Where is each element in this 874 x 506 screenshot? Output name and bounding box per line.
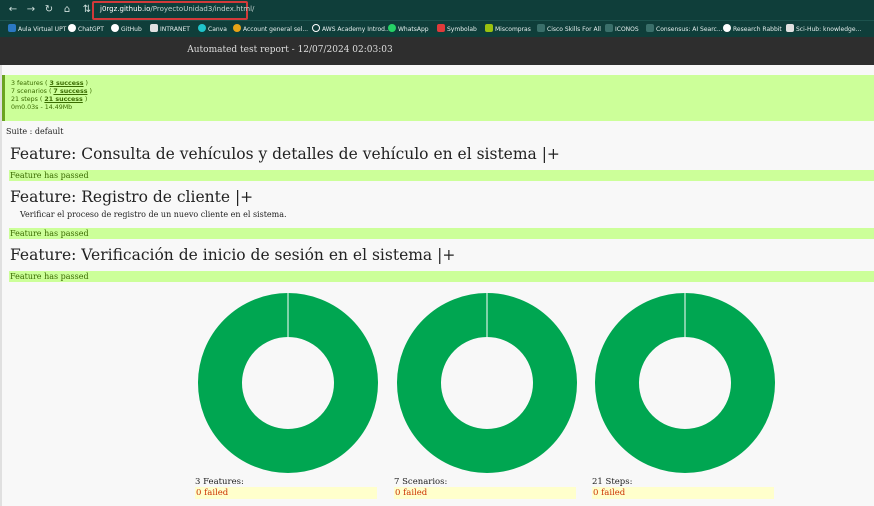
page-edge <box>0 65 2 506</box>
summary-scenarios: 7 scenarios ( 7 success ) <box>11 88 92 95</box>
bookmark-aws-academy[interactable]: AWS Academy Introd... <box>312 24 391 36</box>
aula-virtual-icon <box>8 24 16 32</box>
feature-status-registro: Feature has passed <box>9 228 874 239</box>
summary-steps: 21 steps ( 21 success ) <box>11 96 88 103</box>
bookmark-github[interactable]: GitHub <box>111 24 142 36</box>
steps-failed-count: 0 failed <box>592 487 774 499</box>
features-success-link[interactable]: 3 success <box>49 80 83 87</box>
suite-label: Suite : default <box>6 127 64 136</box>
summary-panel: 3 features ( 3 success ) 7 scenarios ( 7… <box>2 75 874 121</box>
steps-success-link[interactable]: 21 success <box>44 96 82 103</box>
scenarios-donut-chart <box>397 293 577 473</box>
cisco-icon <box>537 24 545 32</box>
feature-title-login[interactable]: Feature: Verificación de inicio de sesió… <box>10 246 455 264</box>
bookmark-cisco[interactable]: Cisco Skills For All <box>537 24 601 36</box>
report-title: Automated test report - 12/07/2024 02:03… <box>187 45 393 55</box>
bookmark-symbolab[interactable]: Symbolab <box>437 24 477 36</box>
bookmark-research-rabbit[interactable]: Research Rabbit <box>723 24 782 36</box>
bookmark-chatgpt[interactable]: ChatGPT <box>68 24 104 36</box>
feature-description-registro: Verificar el proceso de registro de un n… <box>20 210 287 219</box>
github-icon <box>111 24 119 32</box>
aws-academy-icon <box>312 24 320 32</box>
account-icon <box>233 24 241 32</box>
features-chart-label: 3 Features: <box>195 477 244 487</box>
feature-status-login: Feature has passed <box>9 271 874 282</box>
intranet-icon <box>150 24 158 32</box>
bookmark-scihub[interactable]: Sci-Hub: knowledge... <box>786 24 861 36</box>
feature-title-vehiculos[interactable]: Feature: Consulta de vehículos y detalle… <box>10 145 560 163</box>
steps-donut-chart <box>595 293 775 473</box>
url-host: j0rgz.github.io <box>100 5 151 13</box>
bookmark-intranet[interactable]: INTRANET <box>150 24 190 36</box>
bookmarks-bar: Aula Virtual UPT ChatGPT GitHub INTRANET… <box>0 20 874 37</box>
consensus-icon <box>646 24 654 32</box>
feature-status-vehiculos: Feature has passed <box>9 170 874 181</box>
bookmark-account-general[interactable]: Account general sel... <box>233 24 308 36</box>
back-arrow-icon[interactable]: ← <box>6 3 20 17</box>
symbolab-icon <box>437 24 445 32</box>
scenarios-success-link[interactable]: 7 success <box>53 88 87 95</box>
summary-features: 3 features ( 3 success ) <box>11 80 88 87</box>
report-header: Automated test report - 12/07/2024 02:03… <box>0 37 874 65</box>
feature-title-registro[interactable]: Feature: Registro de cliente |+ <box>10 188 253 206</box>
summary-timing: 0m0.03s - 14.49Mb <box>11 104 73 111</box>
scenarios-chart-label: 7 Scenarios: <box>394 477 448 487</box>
chatgpt-icon <box>68 24 76 32</box>
browser-toolbar: ← → ↻ ⌂ ⇅ j0rgz.github.io/ProyectoUnidad… <box>0 0 874 20</box>
scihub-icon <box>786 24 794 32</box>
miscompras-icon <box>485 24 493 32</box>
bookmark-iconos[interactable]: ICONOS <box>605 24 639 36</box>
whatsapp-icon <box>388 24 396 32</box>
scenarios-failed-count: 0 failed <box>394 487 576 499</box>
canva-icon <box>198 24 206 32</box>
research-rabbit-icon <box>723 24 731 32</box>
home-icon[interactable]: ⌂ <box>60 3 74 17</box>
features-failed-count: 0 failed <box>195 487 377 499</box>
address-bar[interactable]: j0rgz.github.io/ProyectoUnidad3/index.ht… <box>100 5 254 13</box>
url-path: /ProyectoUnidad3/index.html/ <box>150 5 255 13</box>
bookmark-aula-virtual[interactable]: Aula Virtual UPT <box>8 24 66 36</box>
reload-icon[interactable]: ↻ <box>42 3 56 17</box>
bookmark-miscompras[interactable]: Miscompras <box>485 24 531 36</box>
steps-chart-label: 21 Steps: <box>592 477 633 487</box>
iconos-icon <box>605 24 613 32</box>
bookmark-canva[interactable]: Canva <box>198 24 227 36</box>
bookmark-consensus[interactable]: Consensus: AI Searc... <box>646 24 723 36</box>
features-donut-chart <box>198 293 378 473</box>
forward-arrow-icon[interactable]: → <box>24 3 38 17</box>
bookmark-whatsapp[interactable]: WhatsApp <box>388 24 429 36</box>
